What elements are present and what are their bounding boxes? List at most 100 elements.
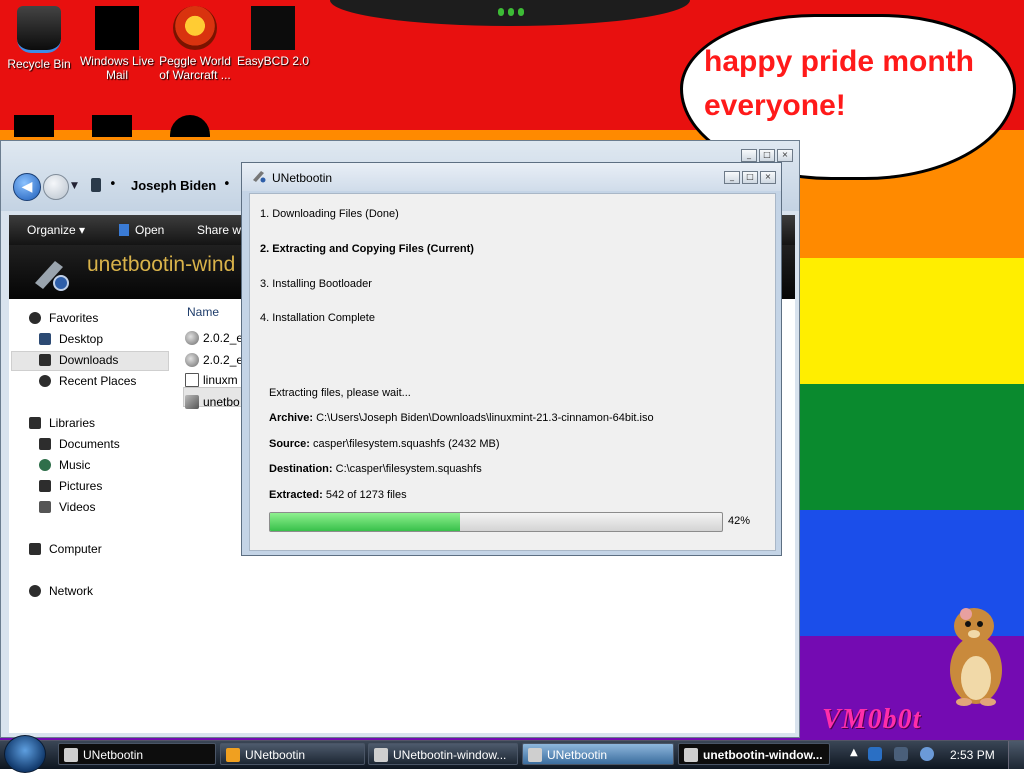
- close-button[interactable]: ×: [760, 171, 776, 184]
- column-header-name[interactable]: Name: [187, 305, 219, 319]
- open-button[interactable]: Open: [119, 223, 164, 237]
- unetbootin-titlebar: UNetbootin _ □ ×: [242, 163, 781, 191]
- nav-documents[interactable]: Documents: [39, 437, 120, 451]
- taskbar-task[interactable]: UNetbootin: [58, 743, 216, 765]
- nav-label: Videos: [59, 500, 96, 514]
- close-button[interactable]: ×: [777, 149, 793, 162]
- unetbootin-icon: [374, 748, 388, 762]
- nav-computer[interactable]: Computer: [29, 542, 102, 556]
- desktop-icon-easybcd[interactable]: EasyBCD 2.0: [234, 2, 312, 68]
- file-name: unetbo: [203, 395, 240, 409]
- breadcrumb-user[interactable]: Joseph Biden: [131, 178, 216, 193]
- nav-label: Pictures: [59, 479, 103, 493]
- disc-image-icon: [185, 331, 199, 345]
- desktop-icon-partial[interactable]: [92, 115, 132, 137]
- maximize-button[interactable]: □: [742, 171, 758, 184]
- recent-places-icon: [39, 375, 51, 387]
- dialog-body: 1. Downloading Files (Done) 2. Extractin…: [249, 193, 776, 551]
- explorer-window-controls: _ □ ×: [741, 149, 793, 162]
- desktop-icon-windows-live-mail[interactable]: Windows Live Mail: [78, 2, 156, 82]
- nav-label: Recent Places: [59, 374, 137, 388]
- peggle-icon: [173, 6, 217, 50]
- desktop-icon-peggle[interactable]: Peggle World of Warcraft ...: [156, 2, 234, 82]
- taskbar-task[interactable]: UNetbootin: [220, 743, 365, 765]
- watermark-text: VM0b0t: [822, 704, 922, 735]
- start-button[interactable]: [4, 735, 46, 773]
- forward-button[interactable]: [43, 174, 69, 200]
- file-name: 2.0.2_e: [203, 353, 244, 367]
- source-line: Source: casper\filesystem.squashfs (2432…: [269, 438, 500, 450]
- desktop-icon-recycle-bin[interactable]: Recycle Bin: [0, 2, 78, 71]
- navigation-pane: Favorites Desktop Downloads Recent Place…: [9, 299, 179, 733]
- show-desktop-button[interactable]: [1008, 741, 1024, 769]
- volume-tray-icon[interactable]: [920, 747, 934, 761]
- archive-label: Archive:: [269, 412, 314, 424]
- task-label: UNetbootin: [245, 748, 306, 762]
- source-value: casper\filesystem.squashfs (2432 MB): [313, 438, 500, 450]
- speech-bubble-text: happy pride month everyone!: [704, 45, 974, 122]
- extracted-label: Extracted:: [269, 489, 323, 501]
- breadcrumb-separator: •: [109, 177, 117, 192]
- easybcd-icon: [251, 6, 295, 50]
- destination-value: C:\casper\filesystem.squashfs: [335, 463, 482, 475]
- desktop-icon-partial[interactable]: [14, 115, 54, 137]
- recycle-bin-icon: [17, 6, 61, 53]
- back-button[interactable]: ◀: [13, 173, 41, 201]
- desktop-icon-label: Windows Live Mail: [79, 54, 155, 82]
- open-label: Open: [135, 223, 165, 237]
- unetbootin-icon: [528, 748, 542, 762]
- taskbar-task[interactable]: unetbootin-window...: [678, 743, 830, 765]
- nav-videos[interactable]: Videos: [39, 500, 95, 514]
- destination-line: Destination: C:\casper\filesystem.squash…: [269, 463, 482, 475]
- nav-label: Music: [59, 458, 91, 472]
- maximize-button[interactable]: □: [759, 149, 775, 162]
- nav-desktop[interactable]: Desktop: [39, 332, 103, 346]
- archive-value: C:\Users\Joseph Biden\Downloads\linuxmin…: [316, 412, 654, 424]
- pictures-icon: [39, 480, 51, 492]
- open-icon: [119, 224, 129, 236]
- taskbar-task[interactable]: UNetbootin-window...: [368, 743, 518, 765]
- nav-label: Libraries: [49, 416, 96, 430]
- address-bar[interactable]: • Joseph Biden •: [85, 173, 245, 199]
- nav-libraries[interactable]: Libraries: [29, 416, 95, 430]
- display-tray-icon[interactable]: [894, 747, 908, 761]
- extracted-value: 542 of 1273 files: [325, 489, 407, 501]
- desktop-icon-label: Recycle Bin: [7, 57, 71, 71]
- tray-expand-icon[interactable]: ▲: [850, 747, 858, 758]
- progress-fill: [270, 513, 460, 531]
- nav-network[interactable]: Network: [29, 584, 93, 598]
- desktop-icon-label: EasyBCD 2.0: [236, 54, 310, 68]
- extracted-line: Extracted: 542 of 1273 files: [269, 489, 407, 501]
- task-label: unetbootin-window...: [703, 748, 823, 762]
- network-icon: [29, 585, 41, 597]
- taskbar-task[interactable]: UNetbootin: [522, 743, 674, 765]
- disc-image-icon: [185, 353, 199, 367]
- unetbootin-icon: [226, 748, 240, 762]
- dialog-title: UNetbootin: [272, 171, 333, 185]
- nav-favorites[interactable]: Favorites: [29, 311, 98, 325]
- desktop-icon-label: Peggle World of Warcraft ...: [159, 54, 231, 82]
- recent-pages-dropdown[interactable]: ▼: [71, 181, 78, 191]
- nav-music[interactable]: Music: [39, 458, 90, 472]
- task-label: UNetbootin: [547, 748, 608, 762]
- minimize-button[interactable]: _: [724, 171, 740, 184]
- nav-downloads[interactable]: Downloads: [39, 353, 118, 367]
- libraries-icon: [29, 417, 41, 429]
- step-extract-current: 2. Extracting and Copying Files (Current…: [260, 243, 474, 255]
- minimize-button[interactable]: _: [741, 149, 757, 162]
- windows-live-mail-icon: [95, 6, 139, 50]
- unetbootin-folder-icon: [35, 261, 69, 291]
- iso-file-icon: [185, 373, 199, 387]
- nav-pictures[interactable]: Pictures: [39, 479, 102, 493]
- nav-label: Favorites: [49, 311, 99, 325]
- organize-button[interactable]: Organize ▾: [27, 223, 85, 237]
- nav-recent-places[interactable]: Recent Places: [39, 374, 136, 388]
- taskbar: UNetbootin UNetbootin UNetbootin-window.…: [0, 735, 1024, 773]
- step-complete: 4. Installation Complete: [260, 312, 375, 324]
- music-icon: [39, 459, 51, 471]
- network-tray-icon[interactable]: [868, 747, 882, 761]
- unetbootin-icon: [253, 171, 266, 183]
- nav-label: Desktop: [59, 332, 104, 346]
- share-button[interactable]: Share wi: [197, 223, 244, 237]
- clock[interactable]: 2:53 PM: [950, 744, 995, 766]
